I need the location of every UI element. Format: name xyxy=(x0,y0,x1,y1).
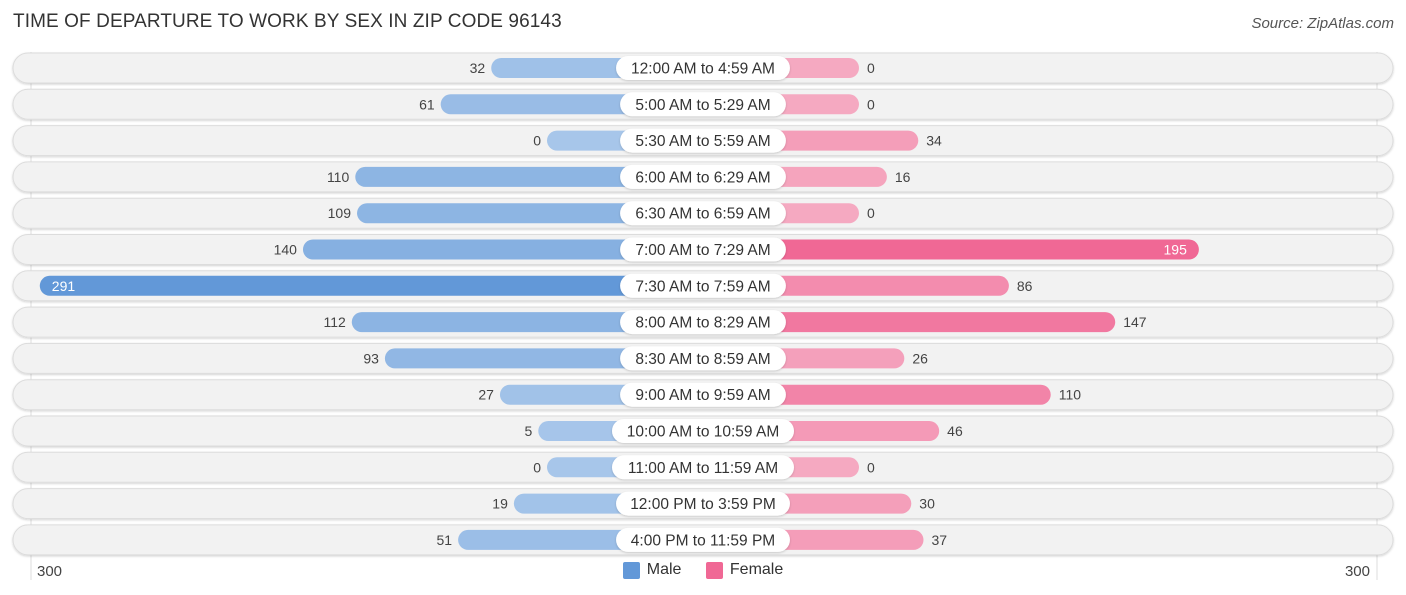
male-value-label: 110 xyxy=(327,169,350,185)
legend-item-female[interactable]: Female xyxy=(705,561,784,579)
category-label: 9:00 AM to 9:59 AM xyxy=(635,387,770,404)
chart-row: 61 0 5:00 AM to 5:29 AM xyxy=(12,88,1394,120)
female-value-label: 34 xyxy=(926,133,942,149)
female-value-label: 110 xyxy=(1059,387,1082,403)
category-label: 7:30 AM to 7:59 AM xyxy=(635,278,770,295)
legend-label-male: Male xyxy=(646,561,682,578)
female-value-label: 195 xyxy=(1164,242,1188,258)
female-value-label: 0 xyxy=(867,205,875,221)
female-value-label: 37 xyxy=(931,532,947,548)
male-value-label: 32 xyxy=(470,60,486,76)
chart-row: 51 37 4:00 PM to 11:59 PM xyxy=(12,524,1394,556)
category-label: 4:00 PM to 11:59 PM xyxy=(631,532,775,549)
category-label: 7:00 AM to 7:29 AM xyxy=(635,242,770,259)
male-value-label: 0 xyxy=(533,133,541,149)
chart-row: 0 0 11:00 AM to 11:59 AM xyxy=(12,451,1394,483)
chart-row: 93 26 8:30 AM to 8:59 AM xyxy=(12,342,1394,374)
chart-row: 19 30 12:00 PM to 3:59 PM xyxy=(12,488,1394,520)
legend-swatch-male xyxy=(622,561,640,579)
chart-row: 0 34 5:30 AM to 5:59 AM xyxy=(12,125,1394,157)
category-label: 10:00 AM to 10:59 AM xyxy=(627,424,780,441)
female-value-label: 0 xyxy=(867,459,875,475)
female-value-label: 0 xyxy=(867,60,875,76)
female-value-label: 26 xyxy=(912,350,928,366)
chart-row: 27 110 9:00 AM to 9:59 AM xyxy=(12,379,1394,411)
legend-item-male[interactable]: Male xyxy=(622,561,682,579)
chart-row: 5 46 10:00 AM to 10:59 AM xyxy=(12,415,1394,447)
female-value-label: 46 xyxy=(947,423,963,439)
legend: Male Female xyxy=(0,561,1406,584)
legend-label-female: Female xyxy=(729,561,784,578)
female-value-label: 0 xyxy=(867,96,875,112)
category-label: 8:00 AM to 8:29 AM xyxy=(635,315,770,332)
male-value-label: 27 xyxy=(478,387,494,403)
category-label: 5:00 AM to 5:29 AM xyxy=(635,97,770,114)
category-label: 12:00 AM to 4:59 AM xyxy=(631,61,775,78)
male-value-label: 61 xyxy=(419,96,435,112)
chart-row: 140 195 7:00 AM to 7:29 AM xyxy=(12,234,1394,265)
female-value-label: 147 xyxy=(1123,314,1147,330)
category-label: 12:00 PM to 3:59 PM xyxy=(630,496,776,513)
category-label: 6:00 AM to 6:29 AM xyxy=(635,169,770,186)
male-value-label: 112 xyxy=(323,314,346,330)
male-value-label: 19 xyxy=(492,496,508,512)
male-value-label: 291 xyxy=(52,278,76,294)
category-label: 8:30 AM to 8:59 AM xyxy=(635,351,770,368)
chart-row: 291 86 7:30 AM to 7:59 AM xyxy=(12,270,1394,302)
female-value-label: 16 xyxy=(895,169,911,185)
male-value-label: 51 xyxy=(437,532,453,548)
male-value-label: 0 xyxy=(533,459,541,475)
category-label: 6:30 AM to 6:59 AM xyxy=(635,206,770,223)
chart-row: 110 16 6:00 AM to 6:29 AM xyxy=(12,161,1394,193)
male-bar xyxy=(39,275,704,296)
chart-row: 32 0 12:00 AM to 4:59 AM xyxy=(12,52,1394,84)
category-label: 11:00 AM to 11:59 AM xyxy=(628,460,778,477)
female-value-label: 86 xyxy=(1017,278,1033,294)
diverging-bar-chart: 32 0 12:00 AM to 4:59 AM 61 0 5:00 AM to 5:29… xyxy=(12,52,1394,580)
male-value-label: 93 xyxy=(363,350,379,366)
category-label: 5:30 AM to 5:59 AM xyxy=(635,133,770,150)
female-value-label: 30 xyxy=(919,496,935,512)
male-value-label: 109 xyxy=(328,205,352,221)
male-value-label: 140 xyxy=(274,242,298,258)
legend-swatch-female xyxy=(705,561,723,579)
chart-row: 109 0 6:30 AM to 6:59 AM xyxy=(12,197,1394,229)
male-value-label: 5 xyxy=(524,423,532,439)
chart-row: 112 147 8:00 AM to 8:29 AM xyxy=(12,306,1394,338)
